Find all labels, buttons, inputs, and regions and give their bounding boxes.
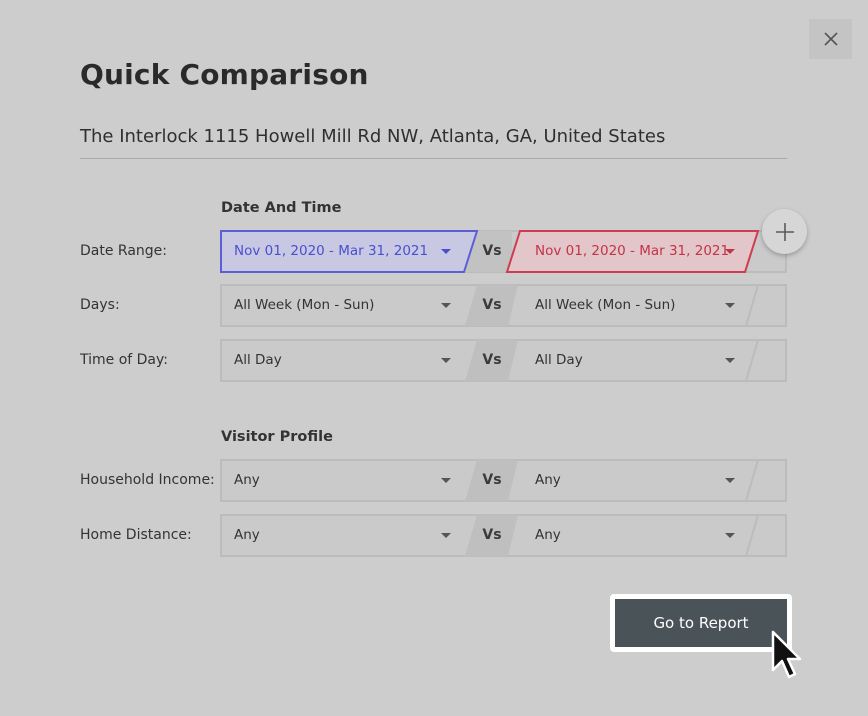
days-left-value: All Week (Mon - Sun): [234, 297, 375, 313]
home-distance-right-value: Any: [535, 527, 561, 543]
divider: [80, 158, 787, 159]
time-of-day-right-select[interactable]: All Day: [512, 339, 752, 382]
time-of-day-label: Time of Day:: [80, 352, 168, 368]
household-income-label: Household Income:: [80, 472, 215, 488]
section-date-and-time: Date And Time: [221, 200, 342, 216]
date-range-left-value: Nov 01, 2020 - Mar 31, 2021: [234, 243, 429, 259]
location-address: The Interlock 1115 Howell Mill Rd NW, At…: [80, 126, 666, 147]
time-of-day-left-value: All Day: [234, 352, 282, 368]
vs-label: Vs: [482, 527, 502, 543]
chevron-down-icon: [441, 303, 451, 308]
vs-label: Vs: [482, 297, 502, 313]
vs-label: Vs: [482, 243, 502, 259]
household-income-right-value: Any: [535, 472, 561, 488]
days-right-value: All Week (Mon - Sun): [535, 297, 676, 313]
days-right-select[interactable]: All Week (Mon - Sun): [512, 284, 752, 327]
vs-label: Vs: [482, 472, 502, 488]
date-range-label: Date Range:: [80, 243, 168, 259]
mouse-cursor-icon: [771, 630, 802, 679]
chevron-down-icon: [441, 478, 451, 483]
home-distance-left-select[interactable]: Any: [220, 514, 470, 557]
chevron-down-icon: [725, 303, 735, 308]
home-distance-right-select[interactable]: Any: [512, 514, 752, 557]
chevron-down-icon: [441, 533, 451, 538]
date-range-right-select[interactable]: Nov 01, 2020 - Mar 31, 2021: [512, 230, 752, 273]
household-income-left-value: Any: [234, 472, 260, 488]
home-distance-label: Home Distance:: [80, 527, 192, 543]
household-income-left-select[interactable]: Any: [220, 459, 470, 502]
chevron-down-icon: [441, 249, 451, 254]
chevron-down-icon: [725, 478, 735, 483]
home-distance-row: Any Vs Any: [220, 514, 787, 557]
household-income-right-select[interactable]: Any: [512, 459, 752, 502]
chevron-down-icon: [441, 358, 451, 363]
chevron-down-icon: [725, 533, 735, 538]
go-to-report-button[interactable]: Go to Report: [615, 599, 787, 647]
chevron-down-icon: [725, 249, 735, 254]
date-range-left-select[interactable]: Nov 01, 2020 - Mar 31, 2021: [220, 230, 470, 273]
close-icon: [823, 32, 838, 46]
add-comparison-button[interactable]: [762, 209, 807, 254]
section-visitor-profile: Visitor Profile: [221, 429, 333, 445]
chevron-down-icon: [725, 358, 735, 363]
days-label: Days:: [80, 297, 120, 313]
vs-label: Vs: [482, 352, 502, 368]
time-of-day-row: All Day Vs All Day: [220, 339, 787, 382]
days-row: All Week (Mon - Sun) Vs All Week (Mon - …: [220, 284, 787, 327]
date-range-row: Nov 01, 2020 - Mar 31, 2021 Vs Nov 01, 2…: [220, 230, 787, 273]
date-range-right-value: Nov 01, 2020 - Mar 31, 2021: [535, 243, 730, 259]
dialog-title: Quick Comparison: [80, 58, 369, 91]
plus-icon: [775, 222, 794, 241]
days-left-select[interactable]: All Week (Mon - Sun): [220, 284, 470, 327]
go-to-report-highlight: Go to Report: [610, 594, 792, 652]
household-income-row: Any Vs Any: [220, 459, 787, 502]
close-button[interactable]: [809, 19, 852, 59]
home-distance-left-value: Any: [234, 527, 260, 543]
time-of-day-left-select[interactable]: All Day: [220, 339, 470, 382]
time-of-day-right-value: All Day: [535, 352, 583, 368]
